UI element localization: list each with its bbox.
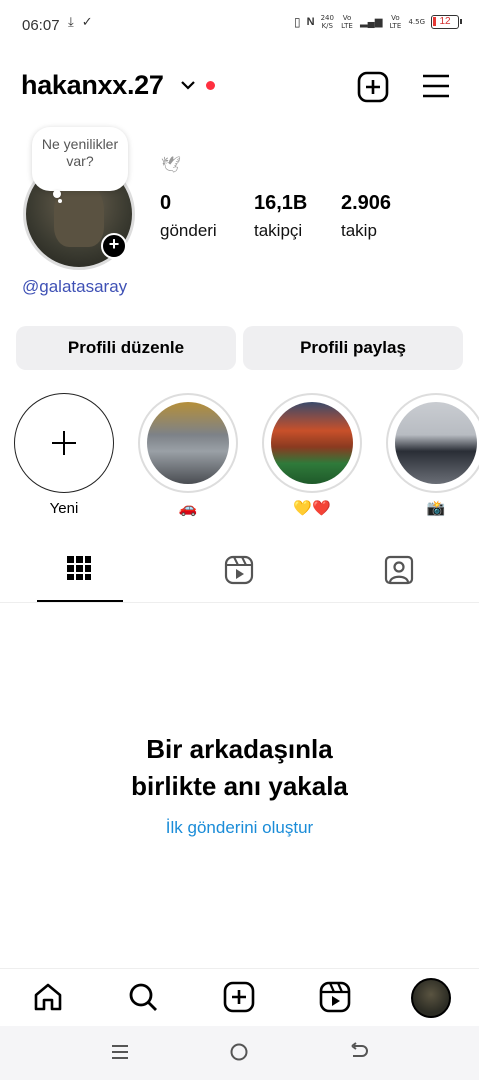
home-icon[interactable] <box>32 981 64 1018</box>
nfc-icon: N <box>306 16 315 28</box>
username[interactable]: hakanxx.27 <box>21 70 164 101</box>
add-story-icon[interactable]: + <box>101 233 127 259</box>
dove-icon: 🕊 <box>161 157 182 174</box>
stat-value: 0 <box>160 192 172 214</box>
signal-icon: ▂▄▆ <box>359 16 383 28</box>
empty-title-line2: birlikte anı yakala <box>131 771 348 801</box>
stat-followers[interactable]: 16,1B takipçi <box>254 192 307 241</box>
check-download-icon: ✓ <box>81 14 93 29</box>
reels-icon[interactable] <box>224 555 254 590</box>
highlight-item[interactable]: 📸 <box>386 393 479 519</box>
net-unit: K/S <box>321 22 333 30</box>
battery-level: 12 <box>439 16 451 27</box>
volte-1: Vo LTE <box>341 14 353 30</box>
create-icon[interactable] <box>223 981 255 1018</box>
stat-label: gönderi <box>160 221 217 240</box>
highlight-label: Yeni <box>49 500 79 517</box>
bottom-nav <box>0 968 479 1026</box>
menu-icon[interactable] <box>421 72 451 105</box>
system-nav-bar <box>0 1026 479 1080</box>
stat-value: 2.906 <box>341 192 392 214</box>
empty-title-line1: Bir arkadaşınla <box>146 734 333 764</box>
create-first-post-link[interactable]: İlk gönderini oluştur <box>0 818 479 838</box>
edit-profile-button[interactable]: Profili düzenle <box>16 326 236 370</box>
highlight-item[interactable]: 🚗 <box>138 393 238 519</box>
net-4g: 4.5G <box>408 18 425 26</box>
empty-state-title: Bir arkadaşınla birlikte anı yakala <box>0 731 479 805</box>
stat-posts[interactable]: 0 gönderi <box>160 192 217 241</box>
stat-following[interactable]: 2.906 takip <box>341 192 391 241</box>
net-speed: 240 <box>320 14 334 22</box>
download-icon: ⤓ <box>68 14 74 29</box>
stat-label: takip <box>341 221 377 240</box>
highlight-label: 💛❤️ <box>293 500 331 517</box>
battery-icon: 12 <box>431 15 462 29</box>
note-bubble[interactable]: Ne yenilikler var? <box>32 127 128 191</box>
highlight-label: 🚗 <box>178 500 198 517</box>
stat-label: takipçi <box>254 221 303 240</box>
highlight-image <box>147 402 229 484</box>
note-text: Ne yenilikler var? <box>41 136 119 169</box>
highlight-item[interactable]: 💛❤️ <box>262 393 362 519</box>
grid-icon[interactable] <box>66 555 92 586</box>
highlight-label: 📸 <box>426 500 446 517</box>
profile-avatar[interactable] <box>411 978 451 1018</box>
tagged-icon[interactable] <box>384 555 414 590</box>
highlight-image <box>395 402 477 484</box>
content-tabs <box>0 545 479 603</box>
plus-icon <box>52 431 76 455</box>
volte-2: Vo LTE <box>389 14 402 30</box>
stat-value: 16,1B <box>254 192 308 214</box>
notification-dot <box>206 81 215 90</box>
back-icon[interactable] <box>349 1042 369 1067</box>
create-icon[interactable] <box>357 71 389 108</box>
highlight-new[interactable]: Yeni <box>14 393 114 519</box>
active-tab-indicator <box>37 600 123 602</box>
vibrate-icon: ▯ <box>294 15 301 29</box>
recent-apps-icon[interactable] <box>110 1042 130 1067</box>
share-profile-button[interactable]: Profili paylaş <box>243 326 463 370</box>
profile-header: hakanxx.27 <box>0 60 479 110</box>
home-button-icon[interactable] <box>229 1042 249 1067</box>
profile-link[interactable]: @galatasaray <box>22 277 127 297</box>
status-bar: 06:07 ⤓ ✓ ▯ N 240 K/S Vo LTE ▂▄▆ Vo LTE 4… <box>0 0 479 52</box>
status-time: 06:07 <box>22 17 60 34</box>
search-icon[interactable] <box>127 981 159 1018</box>
highlight-image <box>271 402 353 484</box>
chevron-down-icon[interactable] <box>180 78 196 96</box>
reels-icon[interactable] <box>319 981 351 1018</box>
